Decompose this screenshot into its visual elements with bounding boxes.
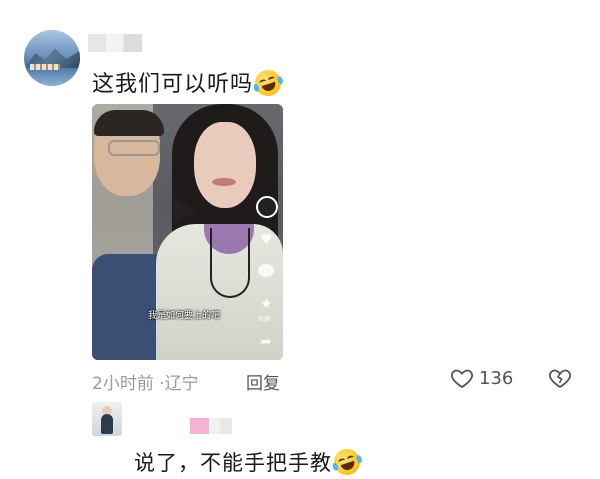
video-thumbnail[interactable]: ♥ ★ 收藏 ➦ 我是如何要上的吧 (92, 104, 283, 360)
video-author-avatar[interactable] (256, 196, 278, 218)
reply-button[interactable]: 回复 (246, 369, 280, 394)
video-favorite-icon[interactable]: ★ (260, 296, 273, 312)
heart-outline-icon[interactable] (450, 366, 474, 390)
video-comment-icon[interactable] (258, 264, 274, 277)
comment-meta: 2小时前 ·辽宁 (92, 369, 199, 394)
broken-heart-icon[interactable] (548, 366, 572, 390)
rofl-emoji-icon (330, 445, 364, 479)
comment-location: 辽宁 (164, 374, 199, 394)
rofl-emoji-icon (251, 66, 285, 100)
comment-text: 这我们可以听吗 (92, 66, 285, 100)
reply-text-content: 说了，不能手把手教 (134, 451, 332, 475)
like-count: 136 (479, 368, 514, 389)
video-like-icon[interactable]: ♥ (260, 232, 273, 248)
comment-time: 2小时前 (92, 374, 154, 394)
reply-avatar[interactable] (92, 402, 122, 436)
video-share-icon[interactable]: ➦ (260, 334, 272, 350)
comment-text-content: 这我们可以听吗 (92, 72, 254, 97)
commenter-avatar[interactable] (24, 30, 80, 86)
commenter-name-redacted[interactable] (88, 34, 142, 52)
reply-name-redacted[interactable] (190, 418, 232, 434)
video-favorite-label: 收藏 (258, 316, 271, 323)
reply-text: 说了，不能手把手教 (134, 445, 364, 479)
video-subtitle: 我是如何要上的吧 (148, 311, 221, 321)
